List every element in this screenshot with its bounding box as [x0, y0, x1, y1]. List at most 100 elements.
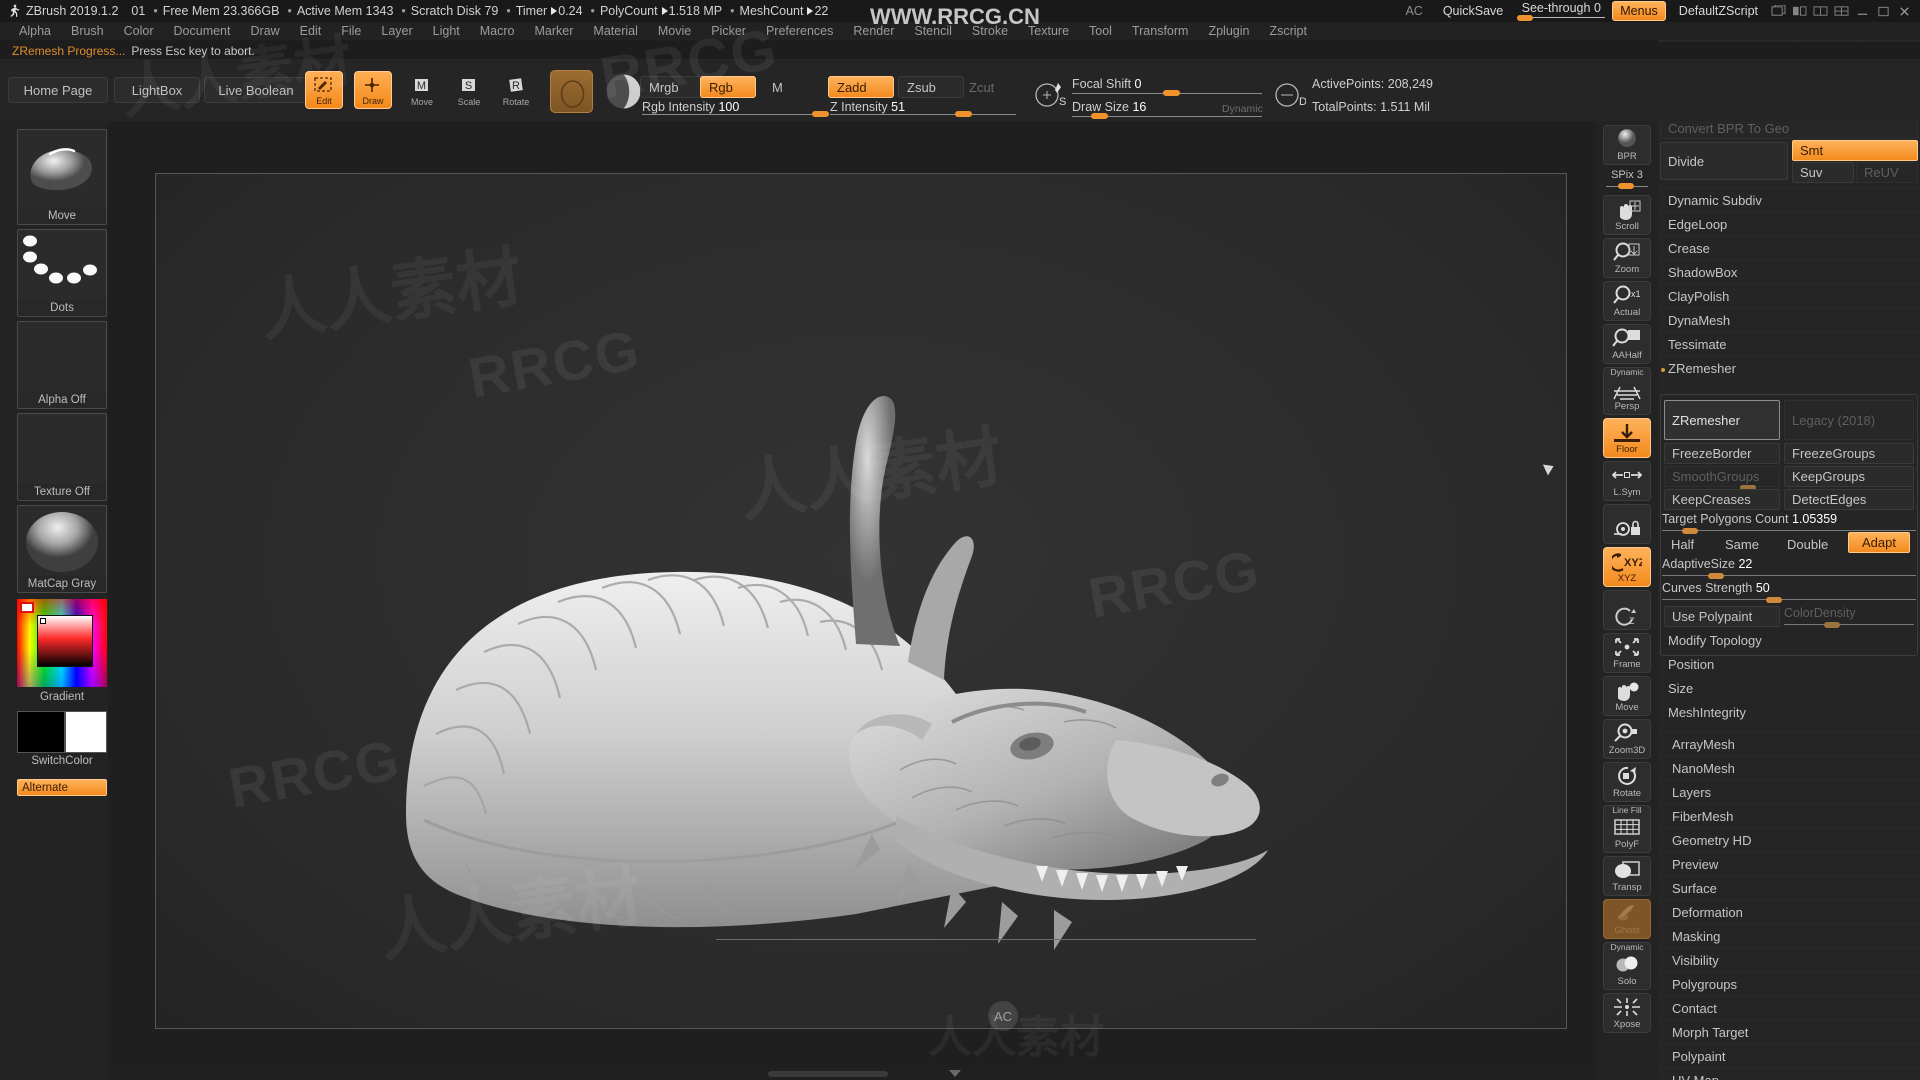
panel-section-surface[interactable]: Surface: [1658, 876, 1920, 900]
material-swatch[interactable]: MatCap Gray: [17, 505, 107, 593]
menu-item-texture[interactable]: Texture: [1019, 23, 1078, 39]
menu-item-color[interactable]: Color: [115, 23, 163, 39]
alpha-swatch[interactable]: Alpha Off: [17, 321, 107, 409]
see-through-slider[interactable]: See-through 0: [1513, 0, 1609, 22]
menu-item-macro[interactable]: Macro: [471, 23, 524, 39]
slider-knob[interactable]: [1708, 573, 1724, 579]
rgb-intensity-slider[interactable]: Rgb Intensity 100: [642, 100, 739, 114]
detect-edges-button[interactable]: DetectEdges: [1784, 489, 1914, 510]
rail-button-zoom3d[interactable]: Zoom3D: [1603, 719, 1651, 759]
double-button[interactable]: Double: [1780, 534, 1842, 555]
panel-section-edgeloop[interactable]: EdgeLoop: [1658, 212, 1920, 236]
smooth-groups-button[interactable]: SmoothGroups: [1664, 466, 1780, 487]
home-page-button[interactable]: Home Page: [8, 77, 108, 103]
close-icon[interactable]: [1897, 5, 1912, 18]
spix-knob[interactable]: [1618, 183, 1634, 189]
focal-shift-knob[interactable]: [1163, 90, 1180, 96]
freeze-groups-button[interactable]: FreezeGroups: [1784, 443, 1914, 464]
stroke-swatch[interactable]: Dots: [17, 229, 107, 317]
canvas-area[interactable]: 人人素材 人人素材 人人素材 人人素材 RRCG RRCG RRCG AC: [108, 121, 1596, 1080]
zremesher-run-button[interactable]: ZRemesher: [1664, 400, 1780, 440]
rail-button-xpose[interactable]: Xpose: [1603, 993, 1651, 1033]
quicksave-button[interactable]: QuickSave: [1433, 4, 1513, 18]
ac-button[interactable]: AC: [1395, 4, 1432, 18]
primary-color[interactable]: [17, 711, 65, 753]
rail-button-ghost[interactable]: Ghost: [1603, 899, 1651, 939]
position-section[interactable]: Position: [1658, 652, 1920, 676]
menu-item-picker[interactable]: Picker: [702, 23, 755, 39]
menu-item-movie[interactable]: Movie: [649, 23, 700, 39]
live-boolean-button[interactable]: Live Boolean: [204, 77, 308, 103]
menu-item-document[interactable]: Document: [165, 23, 240, 39]
modify-topology-section[interactable]: Modify Topology: [1658, 628, 1920, 652]
collapse-triangle-icon[interactable]: [949, 1070, 961, 1077]
mesh-integrity-section[interactable]: MeshIntegrity: [1658, 700, 1920, 724]
rail-button-zoom[interactable]: Zoom: [1603, 238, 1651, 278]
window-restore-icon[interactable]: [1771, 4, 1786, 18]
adapt-button[interactable]: Adapt: [1848, 532, 1910, 553]
menu-item-file[interactable]: File: [332, 23, 370, 39]
panel-section-dynamic-subdiv[interactable]: Dynamic Subdiv: [1658, 188, 1920, 212]
z-intensity-slider[interactable]: Z Intensity 51: [830, 100, 905, 114]
focal-shift-slider[interactable]: Focal Shift 0: [1072, 77, 1142, 91]
rail-button-rotate-z[interactable]: Z: [1603, 590, 1651, 630]
panel-section-uv-map[interactable]: UV Map: [1658, 1068, 1920, 1080]
panel-section-zremesher[interactable]: ZRemesher: [1658, 356, 1920, 380]
menu-item-stencil[interactable]: Stencil: [905, 23, 961, 39]
bpr-render-button[interactable]: BPR: [1603, 125, 1651, 165]
panel-section-layers[interactable]: Layers: [1658, 780, 1920, 804]
panel-section-visibility[interactable]: Visibility: [1658, 948, 1920, 972]
menus-button[interactable]: Menus: [1612, 1, 1666, 21]
rgb-button[interactable]: Rgb: [700, 76, 756, 98]
menu-item-light[interactable]: Light: [424, 23, 469, 39]
convert-bpr-to-geo-button[interactable]: Convert BPR To Geo: [1660, 118, 1918, 139]
same-button[interactable]: Same: [1718, 534, 1776, 555]
panel-section-tessimate[interactable]: Tessimate: [1658, 332, 1920, 356]
menu-item-material[interactable]: Material: [584, 23, 646, 39]
move-mode-button[interactable]: M Move: [403, 71, 441, 109]
switch-color-label[interactable]: SwitchColor: [17, 755, 107, 767]
menu-item-tool[interactable]: Tool: [1080, 23, 1121, 39]
brush-swatch[interactable]: Move: [17, 129, 107, 225]
draw-size-slider[interactable]: Draw Size 16: [1072, 100, 1146, 114]
z-intensity-knob[interactable]: [955, 111, 972, 117]
rail-button-move[interactable]: Move: [1603, 676, 1651, 716]
lightbox-button[interactable]: LightBox: [114, 77, 200, 103]
document-viewport[interactable]: [155, 173, 1567, 1029]
rail-button-transp[interactable]: Transp: [1603, 856, 1651, 896]
use-polypaint-button[interactable]: Use Polypaint: [1664, 606, 1780, 627]
rail-button-rotate[interactable]: Rotate: [1603, 762, 1651, 802]
rgb-intensity-knob[interactable]: [812, 111, 829, 117]
window-panels-icon[interactable]: [1792, 5, 1807, 18]
panel-section-geometry-hd[interactable]: Geometry HD: [1658, 828, 1920, 852]
zsub-button[interactable]: Zsub: [898, 76, 964, 98]
panel-section-fibermesh[interactable]: FiberMesh: [1658, 804, 1920, 828]
freeze-border-button[interactable]: FreezeBorder: [1664, 443, 1780, 464]
panel-section-claypolish[interactable]: ClayPolish: [1658, 284, 1920, 308]
rotate-mode-button[interactable]: R Rotate: [497, 71, 535, 109]
current-material-thumbnail[interactable]: [602, 70, 645, 113]
rail-button-solo[interactable]: Dynamic Solo: [1603, 942, 1651, 990]
color-picker[interactable]: [17, 599, 107, 687]
rail-button-actual[interactable]: x1 Actual: [1603, 281, 1651, 321]
current-brush-thumbnail[interactable]: [550, 70, 593, 113]
slider-knob[interactable]: [1766, 597, 1782, 603]
panel-section-arraymesh[interactable]: ArrayMesh: [1658, 732, 1920, 756]
panel-section-polygroups[interactable]: Polygroups: [1658, 972, 1920, 996]
menu-item-layer[interactable]: Layer: [372, 23, 421, 39]
slider-knob[interactable]: [1517, 15, 1534, 21]
alternate-button[interactable]: Alternate: [17, 779, 107, 796]
secondary-color[interactable]: [65, 711, 107, 753]
panel-section-preview[interactable]: Preview: [1658, 852, 1920, 876]
horizontal-scrollbar[interactable]: [768, 1071, 888, 1077]
menu-item-brush[interactable]: Brush: [62, 23, 113, 39]
rail-button-xyz[interactable]: XYZ XYZ: [1603, 547, 1651, 587]
color-density-slider[interactable]: ColorDensity: [1784, 606, 1914, 628]
zcut-button[interactable]: Zcut: [960, 76, 1020, 98]
size-section[interactable]: Size: [1658, 676, 1920, 700]
rail-button-polyf[interactable]: Line Fill PolyF: [1603, 805, 1651, 853]
rail-button-aahalf[interactable]: AAHalf: [1603, 324, 1651, 364]
panel-section-crease[interactable]: Crease: [1658, 236, 1920, 260]
reuv-button[interactable]: ReUV: [1856, 162, 1918, 183]
spix-slider[interactable]: SPix 3: [1596, 169, 1658, 181]
